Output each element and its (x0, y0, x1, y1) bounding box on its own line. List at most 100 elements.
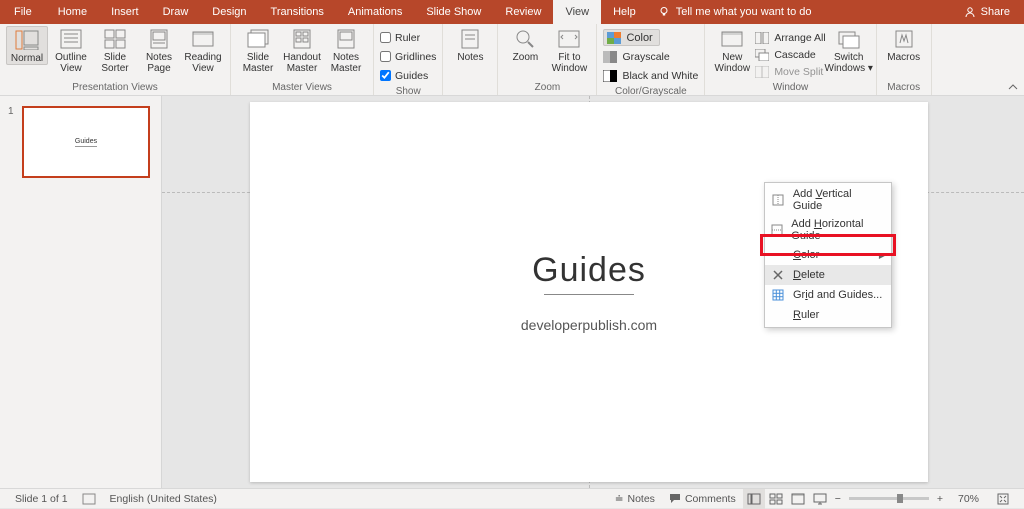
slide-master-button[interactable]: Slide Master (237, 26, 279, 74)
grid-guides-label: Grid and Guides... (793, 289, 882, 301)
title-underline (544, 294, 634, 295)
fit-to-window-button[interactable]: Fit to Window (548, 26, 590, 74)
comment-icon (669, 493, 681, 504)
submenu-arrow-icon: ▶ (879, 251, 885, 260)
ribbon: Normal Outline View Slide Sorter Notes P… (0, 24, 1024, 96)
macros-button[interactable]: Macros (883, 26, 925, 63)
tell-me-search[interactable]: Tell me what you want to do (648, 0, 822, 24)
vertical-guide-icon (772, 194, 784, 206)
zoom-in-button[interactable]: + (933, 493, 947, 505)
ruler-item[interactable]: Ruler (765, 305, 891, 325)
presentation-views-group: Normal Outline View Slide Sorter Notes P… (0, 24, 231, 95)
add-horizontal-guide-item[interactable]: Add Horizontal Guide (765, 215, 891, 245)
move-split-icon (755, 66, 769, 78)
switch-windows-icon (838, 29, 860, 49)
zoom-slider[interactable] (849, 497, 929, 500)
macros-label: Macros (887, 52, 920, 63)
reading-view-icon (192, 29, 214, 49)
slide-counter[interactable]: Slide 1 of 1 (8, 489, 75, 508)
zoom-percentage[interactable]: 70% (951, 493, 986, 505)
cascade-button[interactable]: Cascade (755, 46, 825, 63)
cascade-label: Cascade (774, 49, 815, 61)
share-button[interactable]: Share (950, 0, 1024, 24)
normal-view-status-button[interactable] (743, 489, 765, 509)
notes-toggle[interactable]: ≐Notes (608, 489, 662, 508)
home-tab[interactable]: Home (46, 0, 99, 24)
comments-toggle[interactable]: Comments (662, 489, 743, 508)
slide-sorter-button[interactable]: Slide Sorter (94, 26, 136, 74)
grayscale-label: Grayscale (622, 51, 669, 63)
slideshow-view-status-button[interactable] (809, 489, 831, 509)
thumbnail-title: Guides (75, 138, 97, 147)
guides-checkbox[interactable]: Guides (380, 67, 428, 84)
view-tab[interactable]: View (553, 0, 601, 24)
reading-view-status-button[interactable] (787, 489, 809, 509)
grayscale-mode-button[interactable]: Grayscale (603, 48, 669, 65)
delete-icon (773, 270, 783, 280)
switch-windows-label: Switch Windows ▾ (825, 52, 873, 74)
bw-mode-button[interactable]: Black and White (603, 67, 698, 84)
switch-windows-button[interactable]: Switch Windows ▾ (828, 26, 870, 74)
collapse-ribbon-button[interactable] (1008, 83, 1018, 91)
review-tab[interactable]: Review (493, 0, 553, 24)
move-split-label: Move Split (774, 66, 823, 78)
ruler-checkbox[interactable]: Ruler (380, 29, 420, 46)
new-window-label: New Window (715, 52, 751, 74)
notes-page-label: Notes Page (146, 52, 172, 74)
view-mode-buttons (743, 489, 831, 509)
zoom-control: − + 70% (831, 493, 1016, 505)
slide-thumbnail-1[interactable]: Guides (22, 106, 150, 178)
thumbnail-number: 1 (8, 106, 16, 178)
zoom-group-label: Zoom (504, 80, 590, 95)
magnifier-icon (515, 29, 535, 49)
arrange-all-button[interactable]: Arrange All (755, 29, 825, 46)
guide-color-item[interactable]: Color ▶ (765, 245, 891, 265)
fit-to-window-status-button[interactable] (990, 493, 1016, 505)
move-split-button[interactable]: Move Split (755, 63, 825, 80)
notes-icon (461, 29, 479, 49)
macros-icon (894, 29, 914, 49)
sorter-icon (104, 29, 126, 49)
cascade-icon (755, 49, 769, 61)
slide-canvas[interactable]: Guides developerpublish.com (162, 96, 1024, 488)
fit-window-icon (558, 29, 580, 49)
outline-label: Outline View (55, 52, 87, 74)
master-views-group: Slide Master Handout Master Notes Master… (231, 24, 374, 95)
insert-tab[interactable]: Insert (99, 0, 151, 24)
animations-tab[interactable]: Animations (336, 0, 414, 24)
notes-master-button[interactable]: Notes Master (325, 26, 367, 74)
color-mode-button[interactable]: Color (603, 29, 659, 46)
zoom-button[interactable]: Zoom (504, 26, 546, 63)
add-vertical-guide-item[interactable]: Add Vertical Guide (765, 185, 891, 215)
slideshow-tab[interactable]: Slide Show (414, 0, 493, 24)
window-group: New Window Arrange All Cascade Move Spli… (705, 24, 876, 95)
transitions-tab[interactable]: Transitions (259, 0, 336, 24)
reading-view-button[interactable]: Reading View (182, 26, 224, 74)
person-icon (964, 6, 976, 18)
normal-view-button[interactable]: Normal (6, 26, 48, 65)
grid-and-guides-item[interactable]: Grid and Guides... (765, 285, 891, 305)
zoom-out-button[interactable]: − (831, 493, 845, 505)
draw-tab[interactable]: Draw (151, 0, 201, 24)
notes-button[interactable]: Notes (449, 26, 491, 63)
delete-guide-item[interactable]: Delete (765, 265, 891, 285)
handout-master-button[interactable]: Handout Master (281, 26, 323, 74)
language-button[interactable]: English (United States) (103, 489, 224, 508)
gridlines-checkbox[interactable]: Gridlines (380, 48, 436, 65)
outline-view-button[interactable]: Outline View (50, 26, 92, 74)
arrange-all-label: Arrange All (774, 32, 825, 44)
help-tab[interactable]: Help (601, 0, 648, 24)
bw-label: Black and White (622, 70, 698, 82)
notes-page-button[interactable]: Notes Page (138, 26, 180, 74)
add-h-label: Add Horizontal Guide (791, 218, 883, 242)
new-window-button[interactable]: New Window (711, 26, 753, 74)
sorter-view-status-button[interactable] (765, 489, 787, 509)
file-tab[interactable]: File (0, 0, 46, 24)
comments-label: Comments (685, 493, 736, 505)
design-tab[interactable]: Design (200, 0, 258, 24)
notes-master-icon (337, 29, 355, 49)
spell-check-button[interactable] (75, 489, 103, 508)
grid-icon (772, 289, 784, 301)
window-group-label: Window (711, 80, 869, 95)
macros-group: Macros Macros (877, 24, 932, 95)
